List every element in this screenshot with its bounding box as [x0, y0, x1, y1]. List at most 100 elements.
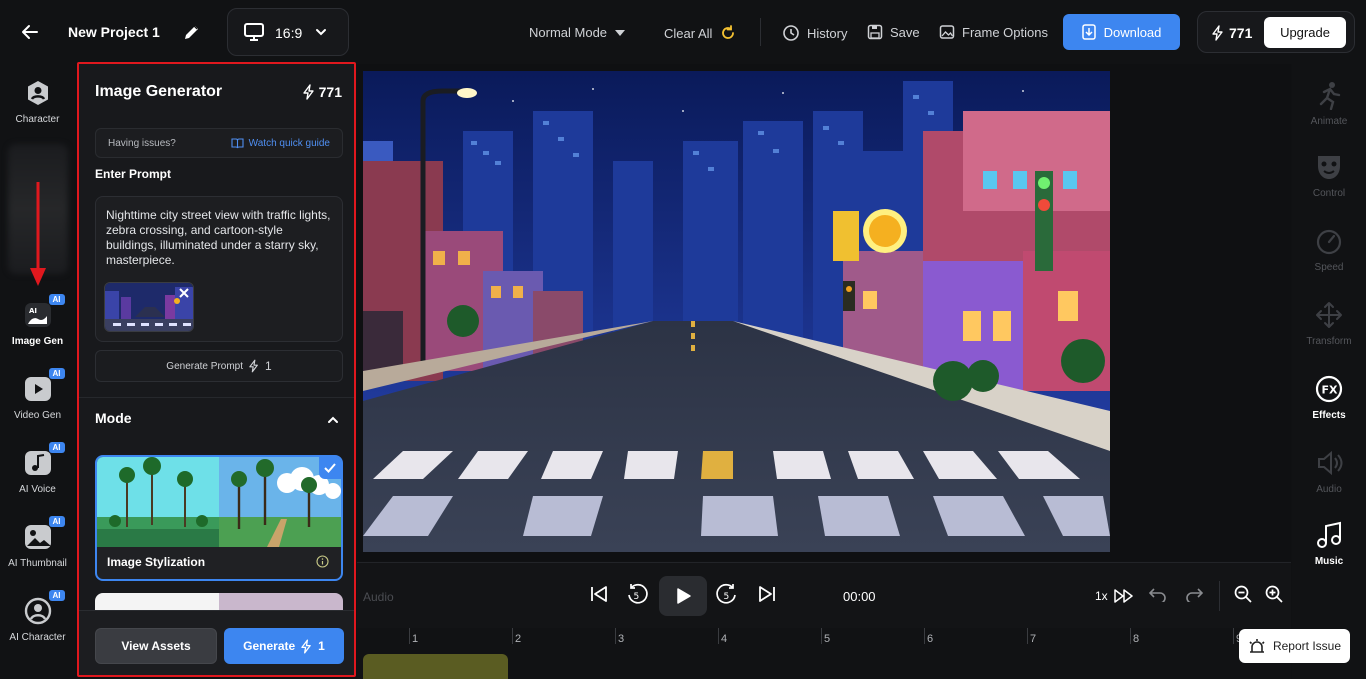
rewind-5-icon[interactable]: 5 [625, 582, 649, 606]
play-button[interactable] [659, 576, 707, 616]
skip-to-end-icon[interactable] [757, 584, 777, 604]
skip-seconds-label: 5 [724, 592, 730, 602]
playback-speed[interactable]: 1x [1095, 589, 1134, 603]
rail-item-ai-voice[interactable]: AI AI Voice [0, 442, 75, 495]
redo-icon[interactable] [1185, 586, 1203, 602]
ruler-tick [615, 628, 616, 644]
help-bar: Having issues? Watch quick guide [95, 128, 343, 158]
mode-preview-image [97, 457, 341, 547]
rail-item-animate[interactable]: Animate [1292, 80, 1366, 127]
frame-image-icon [939, 25, 955, 39]
svg-text:FX: FX [1322, 384, 1339, 397]
mode-card-image-stylization[interactable]: Image Stylization [95, 455, 343, 581]
rail-item-label: Image Gen [11, 336, 64, 347]
undo-icon[interactable] [1149, 586, 1167, 602]
canvas-area [357, 64, 1291, 561]
move-arrows-icon [1314, 300, 1344, 330]
rail-item-character[interactable]: Character [0, 78, 75, 125]
thumbnail-icon: AI [23, 516, 65, 552]
rail-item-ai-character[interactable]: AI AI Character [0, 590, 75, 643]
siren-icon [1249, 639, 1265, 653]
playback-bar: Audio 5 5 00:00 1x [357, 562, 1291, 628]
rail-item-video-gen[interactable]: AI Video Gen [0, 368, 75, 421]
ai-badge: AI [48, 590, 65, 601]
aspect-ratio-select[interactable]: 16:9 [227, 8, 349, 56]
chevron-down-icon [314, 25, 328, 39]
upgrade-button[interactable]: Upgrade [1264, 17, 1346, 48]
lightning-icon [301, 638, 311, 654]
report-issue-button[interactable]: Report Issue [1239, 629, 1350, 663]
rail-item-audio[interactable]: Audio [1292, 448, 1366, 495]
watch-guide-label: Watch quick guide [248, 138, 330, 149]
rail-item-label: Character [15, 114, 60, 125]
ruler-tick [409, 628, 410, 644]
ruler-tick [924, 628, 925, 644]
svg-text:AI: AI [29, 307, 37, 315]
skip-to-start-icon[interactable] [589, 584, 609, 604]
timeline-clip[interactable] [363, 654, 508, 679]
speaker-icon [1314, 448, 1344, 478]
rail-item-label: Transform [1306, 336, 1352, 347]
history-button[interactable]: History [782, 24, 847, 42]
chevron-up-icon[interactable] [326, 413, 340, 427]
rail-item-ai-thumbnail[interactable]: AI AI Thumbnail [0, 516, 75, 569]
audio-track-label: Audio [363, 590, 394, 604]
view-assets-button[interactable]: View Assets [95, 628, 217, 664]
lightning-icon [1212, 25, 1223, 41]
generate-button[interactable]: Generate 1 [224, 628, 344, 664]
frame-options-label: Frame Options [962, 24, 1048, 40]
project-name[interactable]: New Project 1 [68, 24, 160, 40]
rail-item-speed[interactable]: Speed [1292, 226, 1366, 273]
check-icon [319, 457, 341, 479]
music-notes-icon [1314, 520, 1344, 550]
rail-item-label: AI Voice [19, 484, 56, 495]
zoom-in-icon[interactable] [1265, 585, 1283, 603]
forward-5-icon[interactable]: 5 [715, 582, 739, 606]
refresh-icon [722, 25, 735, 39]
fast-forward-icon [1113, 589, 1133, 603]
player-divider [1219, 581, 1220, 611]
download-label: Download [1103, 24, 1162, 40]
report-issue-label: Report Issue [1272, 639, 1342, 653]
pencil-icon[interactable] [182, 22, 202, 42]
video-gen-icon: AI [23, 368, 65, 404]
timeline[interactable]: 1 2 3 4 5 6 7 8 9 [357, 628, 1291, 679]
rail-item-effects[interactable]: FX Effects [1292, 374, 1366, 421]
prompt-text[interactable]: Nighttime city street view with traffic … [106, 208, 332, 268]
running-person-icon [1314, 80, 1344, 110]
zoom-out-icon[interactable] [1234, 585, 1252, 603]
lightning-icon [249, 359, 258, 373]
right-tool-rail: Animate Control Speed Transform FX Effec… [1292, 64, 1366, 679]
mode-section-label: Mode [95, 410, 132, 426]
prompt-textarea[interactable]: Nighttime city street view with traffic … [95, 196, 343, 342]
info-icon[interactable] [316, 555, 329, 568]
rail-item-transform[interactable]: Transform [1292, 300, 1366, 347]
rail-item-control[interactable]: Control [1292, 152, 1366, 199]
rail-item-music[interactable]: Music [1292, 520, 1366, 567]
generated-image-canvas[interactable] [363, 71, 1110, 552]
speedometer-icon [1314, 226, 1344, 256]
rail-item-label: Video Gen [13, 410, 62, 421]
save-label: Save [890, 24, 920, 40]
ruler-label: 2 [515, 633, 522, 645]
close-icon[interactable] [178, 287, 190, 299]
clear-all-button[interactable]: Clear All [664, 25, 736, 41]
save-icon [867, 24, 883, 40]
image-gen-icon: AI AI [23, 294, 65, 330]
generate-prompt-button[interactable]: Generate Prompt 1 [95, 350, 343, 382]
play-icon [677, 588, 691, 604]
rail-item-image-gen[interactable]: AI AI Image Gen [0, 294, 75, 347]
credits-count: 771 [1212, 25, 1252, 41]
mode-select-value: Normal Mode [529, 25, 608, 40]
watch-guide-link[interactable]: Watch quick guide [231, 138, 330, 149]
red-arrow-annotation [28, 182, 48, 288]
back-arrow-icon[interactable] [18, 20, 42, 44]
frame-options-button[interactable]: Frame Options [939, 24, 1048, 40]
ruler-tick [1130, 628, 1131, 644]
ruler-label: 4 [721, 633, 728, 645]
save-button[interactable]: Save [867, 24, 920, 40]
caret-down-icon [615, 29, 626, 36]
ruler-label: 6 [927, 633, 934, 645]
mode-select[interactable]: Normal Mode [529, 25, 626, 40]
download-button[interactable]: Download [1063, 14, 1180, 50]
